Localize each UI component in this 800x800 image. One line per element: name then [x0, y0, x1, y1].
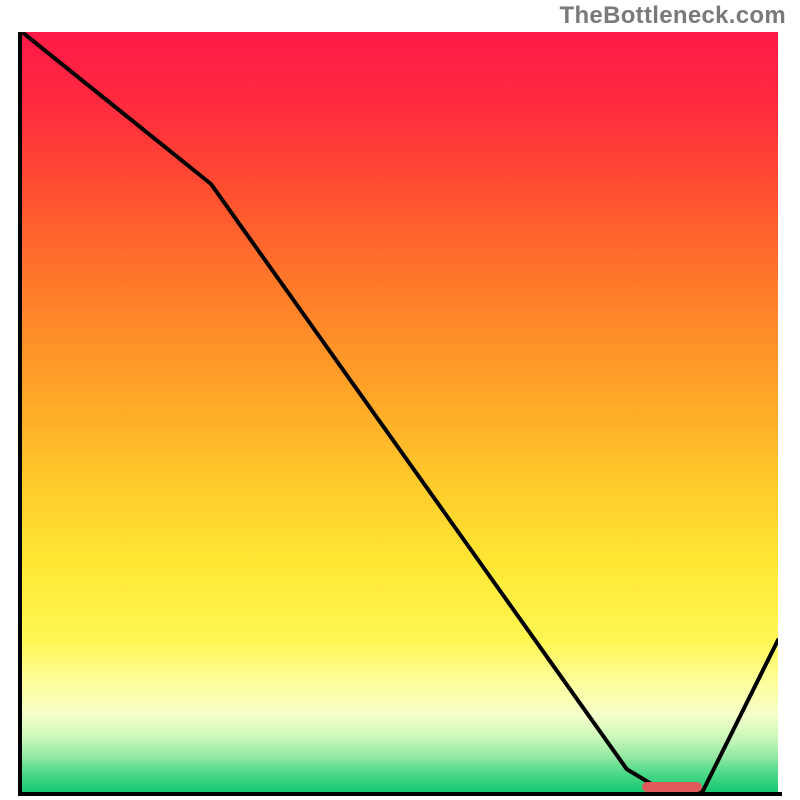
- watermark-text: TheBottleneck.com: [560, 2, 786, 30]
- line-series: [22, 32, 778, 792]
- optimal-range-marker: [642, 782, 702, 792]
- plot-area: [22, 32, 778, 792]
- chart-container: TheBottleneck.com: [0, 0, 800, 800]
